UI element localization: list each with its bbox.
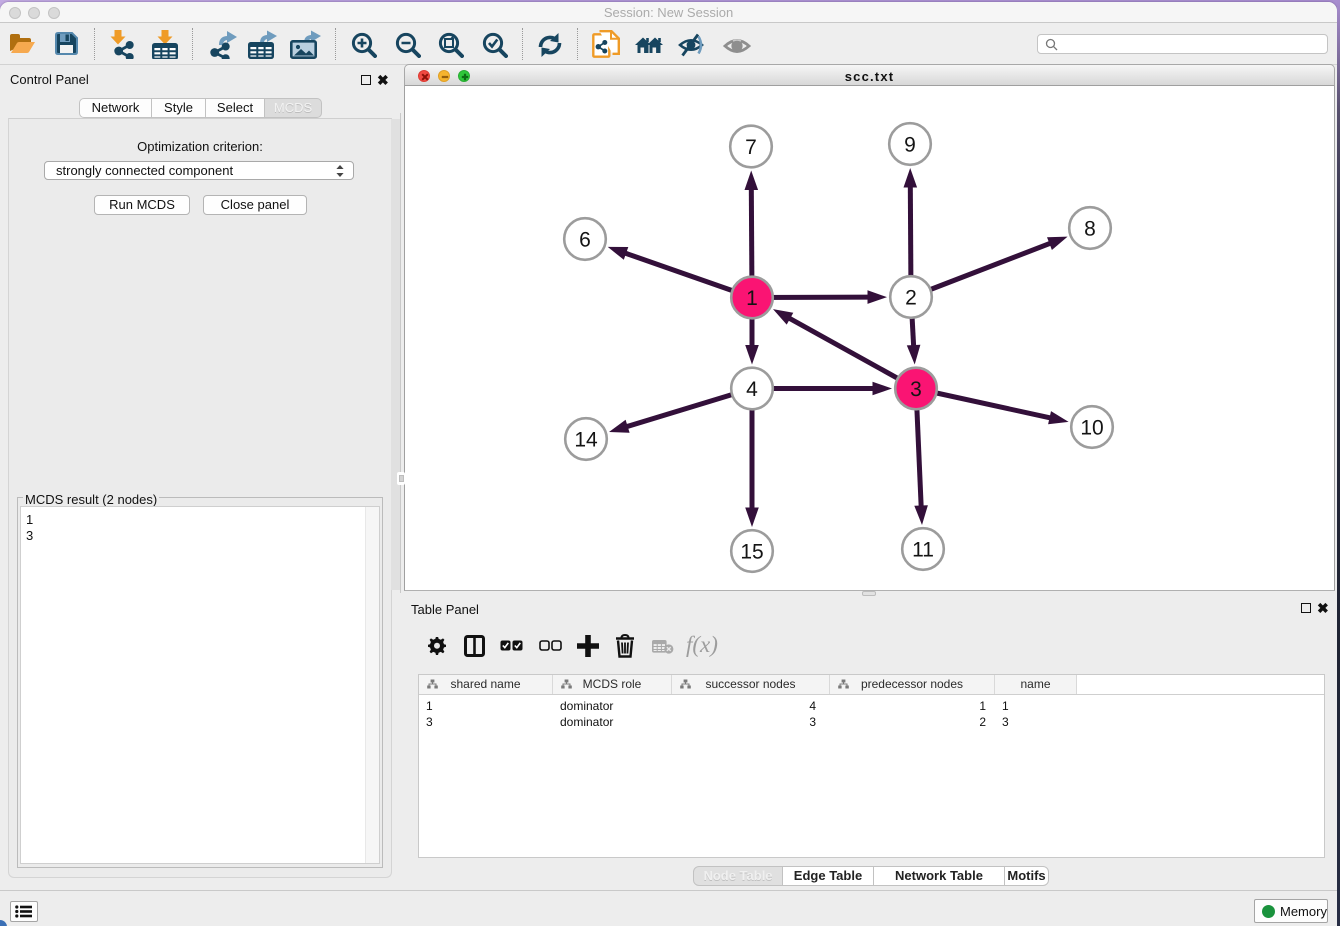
- svg-text:4: 4: [746, 378, 758, 401]
- svg-text:9: 9: [904, 134, 916, 157]
- svg-text:11: 11: [912, 539, 934, 562]
- svg-text:3: 3: [910, 378, 922, 401]
- svg-text:8: 8: [1084, 218, 1096, 241]
- svg-text:6: 6: [579, 229, 591, 252]
- svg-text:2: 2: [905, 287, 917, 310]
- svg-text:1: 1: [746, 287, 758, 310]
- svg-text:14: 14: [574, 429, 598, 452]
- svg-text:15: 15: [740, 541, 763, 564]
- svg-text:7: 7: [745, 136, 757, 159]
- svg-text:10: 10: [1080, 417, 1103, 440]
